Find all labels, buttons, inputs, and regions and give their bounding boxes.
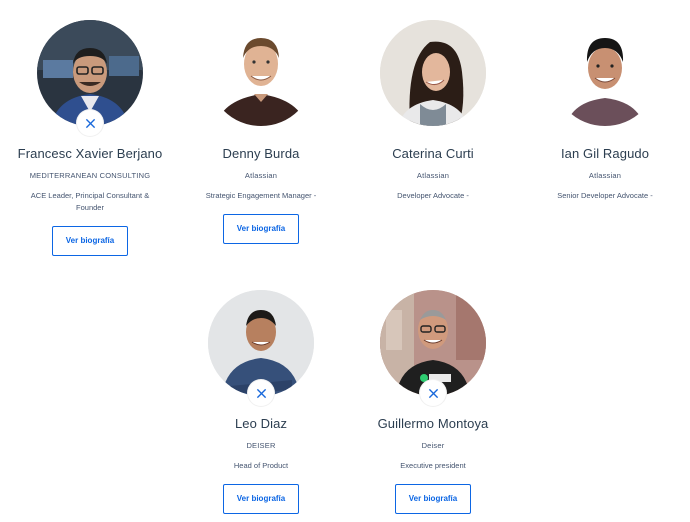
bio-button[interactable]: Ver biografía bbox=[223, 214, 299, 244]
bio-button[interactable]: Ver biografía bbox=[223, 484, 299, 514]
speaker-photo bbox=[380, 20, 486, 126]
speaker-name: Francesc Xavier Berjano bbox=[17, 146, 163, 161]
speaker-company: Atlassian bbox=[416, 171, 450, 180]
speaker-role: Executive president bbox=[400, 461, 466, 470]
speaker-role: Developer Advocate - bbox=[397, 191, 469, 200]
speaker-photo bbox=[208, 20, 314, 126]
photo-wrap bbox=[552, 20, 658, 126]
speaker-card-denny: Denny Burda Atlassian Strategic Engageme… bbox=[175, 20, 347, 244]
speaker-card-ian: Ian Gil Ragudo Atlassian Senior Develope… bbox=[519, 20, 690, 202]
speaker-company: Deiser bbox=[421, 441, 445, 450]
photo-wrap bbox=[208, 20, 314, 126]
speaker-role: Strategic Engagement Manager - bbox=[205, 191, 317, 200]
speaker-company: MEDITERRANEAN CONSULTING bbox=[29, 171, 151, 180]
speaker-company: DEISER bbox=[246, 441, 276, 450]
speaker-company: Atlassian bbox=[244, 171, 278, 180]
photo-wrap bbox=[380, 20, 486, 126]
x-icon[interactable] bbox=[248, 380, 274, 406]
speaker-photo bbox=[552, 20, 658, 126]
speaker-role: Senior Developer Advocate - bbox=[557, 191, 653, 200]
photo-wrap bbox=[37, 20, 143, 136]
photo-wrap bbox=[380, 290, 486, 406]
speaker-card-francesc: Francesc Xavier Berjano MEDITERRANEAN CO… bbox=[4, 20, 176, 256]
speaker-role: Head of Product bbox=[233, 461, 289, 470]
x-icon[interactable] bbox=[420, 380, 446, 406]
speaker-name: Caterina Curti bbox=[392, 146, 474, 161]
speaker-company: Atlassian bbox=[588, 171, 622, 180]
speaker-name: Guillermo Montoya bbox=[377, 416, 489, 431]
bio-button[interactable]: Ver biografía bbox=[52, 226, 128, 256]
x-icon[interactable] bbox=[77, 110, 103, 136]
speaker-card-guillermo: Guillermo Montoya Deiser Executive presi… bbox=[347, 290, 519, 514]
speaker-card-leo: Leo Diaz DEISER Head of Product Ver biog… bbox=[175, 290, 347, 514]
photo-wrap bbox=[208, 290, 314, 406]
speaker-role: ACE Leader, Principal Consultant & Found… bbox=[30, 191, 150, 212]
speaker-name: Ian Gil Ragudo bbox=[560, 146, 650, 161]
bio-button[interactable]: Ver biografía bbox=[395, 484, 471, 514]
speaker-name: Leo Diaz bbox=[234, 416, 288, 431]
speaker-name: Denny Burda bbox=[222, 146, 300, 161]
speaker-card-caterina: Caterina Curti Atlassian Developer Advoc… bbox=[347, 20, 519, 202]
